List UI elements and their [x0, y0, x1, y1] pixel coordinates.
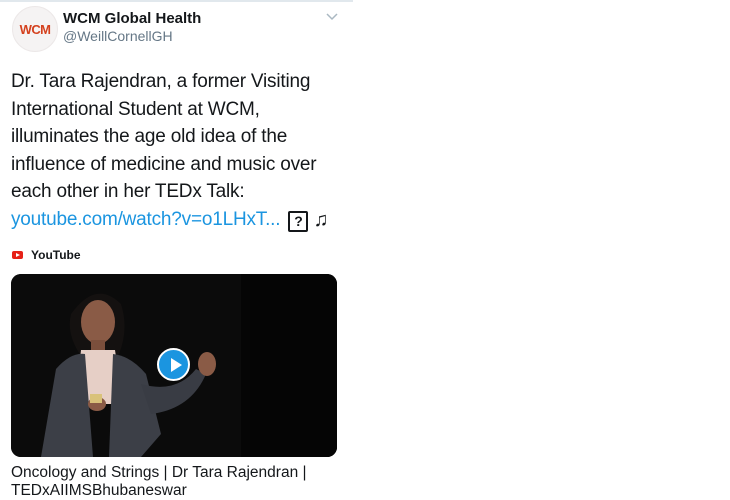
video-thumbnail[interactable] [11, 274, 337, 457]
tweet-card: WCM WCM Global Health @WeillCornellGH Dr… [0, 0, 350, 499]
video-title[interactable]: Oncology and Strings | Dr Tara Rajendran… [11, 464, 341, 500]
youtube-icon [12, 251, 23, 259]
emoji-question-box: ? [288, 210, 309, 232]
chevron-down-icon[interactable] [326, 12, 338, 22]
account-handle[interactable]: @WeillCornellGH [63, 28, 173, 44]
avatar-logo-text: WCM [19, 21, 51, 37]
tweet-link[interactable]: youtube.com/watch?v=o1LHxT... [11, 209, 281, 230]
card-source: YouTube [12, 248, 81, 262]
avatar[interactable]: WCM [12, 6, 58, 52]
tweet-body: Dr. Tara Rajendran, a former Visiting In… [11, 71, 317, 202]
account-name[interactable]: WCM Global Health [63, 10, 201, 27]
music-note-emoji: ♫ [313, 208, 329, 231]
tweet-text: Dr. Tara Rajendran, a former Visiting In… [11, 68, 351, 234]
source-label: YouTube [31, 248, 81, 262]
play-button[interactable] [157, 348, 190, 381]
